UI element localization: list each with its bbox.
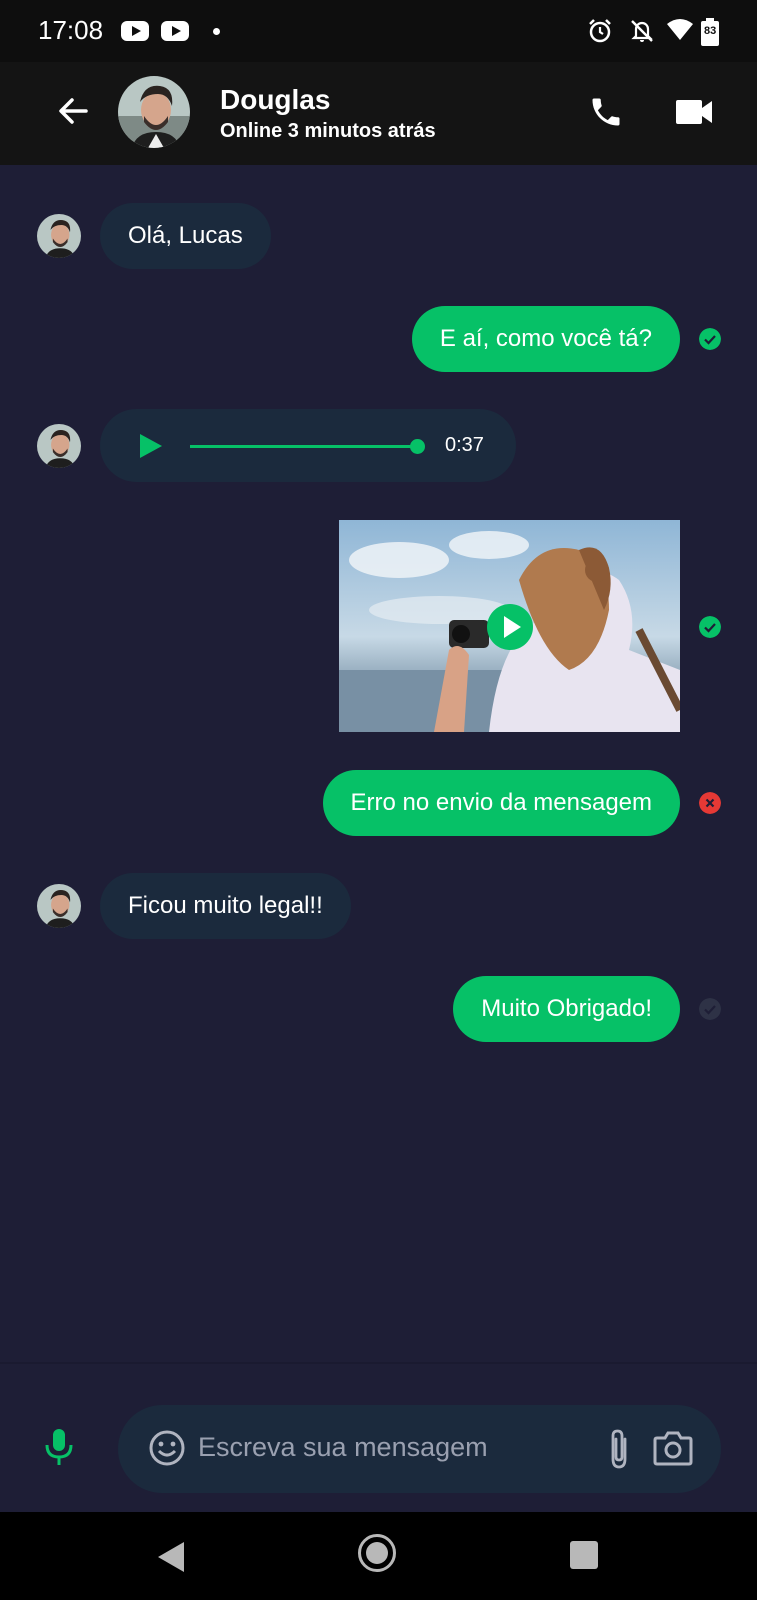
- message-input[interactable]: [198, 1432, 568, 1463]
- incoming-message[interactable]: Ficou muito legal!!: [100, 873, 351, 939]
- wifi-icon: [667, 19, 693, 40]
- chat-header: Douglas Online 3 minutos atrás: [0, 62, 757, 165]
- nav-back-icon[interactable]: [158, 1542, 184, 1572]
- sender-avatar[interactable]: [37, 424, 81, 468]
- audio-play-icon[interactable]: [140, 434, 162, 458]
- error-icon[interactable]: [699, 792, 721, 814]
- video-play-icon[interactable]: [487, 604, 533, 650]
- notifications-off-icon: [631, 20, 653, 42]
- alarm-icon: [589, 19, 611, 43]
- sender-avatar[interactable]: [37, 884, 81, 928]
- chat-screen: 17:08 83 Douglas Online 3 minutos atrás …: [0, 0, 757, 1600]
- video-message[interactable]: [339, 520, 680, 732]
- audio-duration: 0:37: [445, 434, 484, 456]
- nav-recents-icon[interactable]: [570, 1541, 598, 1569]
- pending-check-icon: [699, 998, 721, 1020]
- back-arrow-icon[interactable]: [56, 94, 90, 128]
- youtube-icon: [121, 21, 149, 41]
- outgoing-message[interactable]: E aí, como você tá?: [411, 306, 680, 372]
- youtube-icon: [161, 21, 189, 41]
- phone-icon[interactable]: [588, 94, 624, 130]
- audio-message: 0:37: [100, 409, 516, 482]
- sent-check-icon: [699, 616, 721, 638]
- sender-avatar[interactable]: [37, 214, 81, 258]
- microphone-icon[interactable]: [44, 1427, 74, 1467]
- video-camera-icon[interactable]: [676, 98, 714, 126]
- outgoing-message[interactable]: Erro no envio da mensagem: [322, 770, 680, 836]
- composer-divider: [0, 1362, 757, 1364]
- status-bar: 17:08 83: [0, 0, 757, 62]
- message-composer: [118, 1405, 721, 1493]
- outgoing-message[interactable]: Muito Obrigado!: [453, 976, 680, 1042]
- audio-progress-track[interactable]: [190, 445, 418, 448]
- notification-dot-icon: [213, 28, 220, 35]
- incoming-message[interactable]: Olá, Lucas: [100, 203, 271, 269]
- system-navigation-bar: [0, 1512, 757, 1600]
- contact-name[interactable]: Douglas: [220, 84, 330, 116]
- sent-check-icon: [699, 328, 721, 350]
- camera-icon[interactable]: [653, 1430, 693, 1466]
- contact-status: Online 3 minutos atrás: [220, 120, 436, 142]
- audio-progress-thumb[interactable]: [410, 439, 425, 454]
- attach-icon[interactable]: [606, 1427, 632, 1471]
- battery-level: 83: [704, 25, 717, 37]
- emoji-icon[interactable]: [148, 1429, 186, 1467]
- nav-home-icon[interactable]: [358, 1534, 396, 1572]
- contact-avatar[interactable]: [118, 76, 190, 148]
- status-time: 17:08: [38, 15, 104, 45]
